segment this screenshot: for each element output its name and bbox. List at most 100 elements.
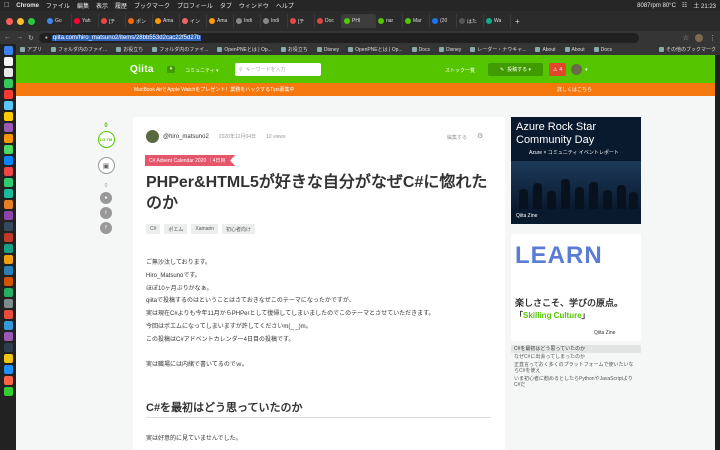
tag-chip[interactable]: 初心者向け [222,224,256,234]
dock-app-icon[interactable] [3,46,13,55]
menubar-item[interactable]: ファイル [46,1,70,10]
back-icon[interactable]: ← [4,34,11,41]
dock-app-icon[interactable] [3,145,13,154]
other-bookmarks[interactable]: その他のブックマーク [658,46,716,53]
apple-icon[interactable]:  [4,2,9,9]
dock-app-icon[interactable] [3,266,13,275]
close-window-button[interactable] [6,17,13,25]
browser-tab[interactable]: はた [457,14,484,28]
dock-app-icon[interactable] [3,134,13,143]
user-avatar[interactable] [571,64,582,75]
profile-avatar[interactable] [695,33,703,42]
dock-app-icon[interactable] [3,332,13,341]
browser-tab[interactable]: [チ [288,14,315,28]
menubar-item[interactable]: 表示 [96,1,108,10]
browser-tab[interactable]: Indi [234,14,261,28]
dock-app-icon[interactable] [3,79,13,88]
stock-list-link[interactable]: ストック一覧 [445,67,475,74]
browser-tab[interactable]: イン [180,14,207,28]
menu-kebab-icon[interactable]: ⋮ [709,34,716,42]
menubar-app-name[interactable]: Chrome [16,3,39,9]
search-input[interactable]: ⚲ キーワードを入力 [235,63,321,76]
dock-app-icon[interactable] [3,156,13,165]
star-icon[interactable]: ☆ [683,34,689,42]
address-bar[interactable]: ● qiita.com/hiro_matsuno2/items/28bb553d… [38,32,639,43]
notifications-button[interactable]: ⚠ 4 [549,63,566,76]
dock-app-icon[interactable] [3,233,13,242]
browser-tab[interactable]: Yah [72,14,99,28]
menubar-item[interactable]: ウィンドウ [239,1,269,10]
dock-app-icon[interactable] [3,255,13,264]
bookmark-item[interactable]: About [535,47,556,53]
community-menu[interactable]: コミュニティ ▾ [185,67,219,74]
dock-app-icon[interactable] [3,288,13,297]
toc-item[interactable]: いま初心者に勧めるとしたらPythonやJavaScriptよりC#だ [511,375,641,389]
bookmark-item[interactable]: OpenPNEとは | Op... [217,46,272,53]
menubar-item[interactable]: ブックマーク [134,1,170,10]
bookmark-item[interactable]: OpenPNEとは | Op... [348,46,403,53]
banner-link[interactable]: 詳しくはこちら [557,86,592,93]
browser-tab[interactable]: Ama [153,14,180,28]
ad-azure-rock-star[interactable]: Azure Rock Star Community Day Azure × コミ… [511,117,641,224]
browser-tab[interactable]: Doc [315,14,342,28]
browser-tab[interactable]: Ama [207,14,234,28]
dock-app-icon[interactable] [3,365,13,374]
address-url[interactable]: qiita.com/hiro_matsuno2/items/28bb553d2c… [51,34,202,41]
bookmark-item[interactable]: アプリ [20,46,42,53]
browser-tab[interactable]: nar [376,14,403,28]
dock-app-icon[interactable] [3,167,13,176]
minimize-window-button[interactable] [17,17,24,25]
dock-app-icon[interactable] [3,90,13,99]
tag-chip[interactable]: Xamarin [191,224,219,234]
advent-calendar-ribbon[interactable]: C# Advent Calendar 2020 ｜4日目 [145,155,236,166]
tag-chip[interactable]: ポエム [164,224,188,234]
chevron-down-icon[interactable]: ▾ [585,67,588,73]
menubar-item[interactable]: 編集 [77,1,89,10]
bookmark-item[interactable]: Docs [593,47,612,53]
dock-app-icon[interactable] [3,101,13,110]
edit-link[interactable]: 編集する [447,134,467,141]
browser-tab[interactable]: Wa [484,14,511,28]
dock-app-icon[interactable] [3,68,13,77]
fan-status[interactable]: 8087rpm 80°C [637,3,676,9]
menubar-item[interactable]: ヘルプ [276,1,294,10]
dock-app-icon[interactable] [3,376,13,385]
browser-tab[interactable]: (20 [430,14,457,28]
dock-app-icon[interactable] [3,321,13,330]
author-avatar[interactable] [146,130,159,143]
menubar-item[interactable]: タブ [220,1,232,10]
browser-tab[interactable]: ポン [126,14,153,28]
wifi-icon[interactable]: ☷ [682,2,687,9]
reload-icon[interactable]: ↻ [28,34,34,42]
lgtm-button[interactable]: LG TM [97,131,115,148]
dock-app-icon[interactable] [3,277,13,286]
dock-app-icon[interactable] [3,123,13,132]
toc-item[interactable]: C#を最初はどう思っていたのか [511,345,641,353]
dock-app-icon[interactable] [3,189,13,198]
banner-text[interactable]: MacBook AirとApple Watchをプレゼント！業務をハックするTi… [134,86,295,93]
gear-icon[interactable]: ⚙ [477,132,483,140]
browser-tab[interactable]: Indi [261,14,288,28]
bookmark-item[interactable]: フォルダ内のファイ... [51,46,107,53]
menubar-item[interactable]: 履歴 [115,1,127,10]
browser-tab[interactable]: PHI [342,14,376,28]
ad-skilling-culture[interactable]: LEARN 楽しさこそ、学びの原点。 「Skilling Culture」 Qi… [511,234,641,341]
author-name[interactable]: @hiro_matsuno2 [163,134,209,140]
qiita-logo[interactable]: Qiita [130,64,154,75]
dock-app-icon[interactable] [3,57,13,66]
bookmark-item[interactable]: お役立ち [116,46,143,53]
bookmark-item[interactable]: Docs [411,47,430,53]
bookmark-item[interactable]: Disney [316,47,339,53]
toc-item[interactable]: 正直言っておく多くのプラットフォームで使いたいならC#を使え [511,361,641,375]
new-tab-icon[interactable]: + [515,17,520,26]
browser-tab[interactable]: Mar [403,14,430,28]
twitter-icon[interactable]: t [100,207,112,219]
dock-app-icon[interactable] [3,343,13,352]
dock-app-icon[interactable] [3,310,13,319]
stock-button[interactable]: ▣ [97,157,115,174]
dock-app-icon[interactable] [3,244,13,253]
dock-app-icon[interactable] [3,112,13,121]
comment-icon[interactable]: ● [100,192,112,204]
forward-icon[interactable]: → [16,34,23,41]
dock-app-icon[interactable] [3,222,13,231]
